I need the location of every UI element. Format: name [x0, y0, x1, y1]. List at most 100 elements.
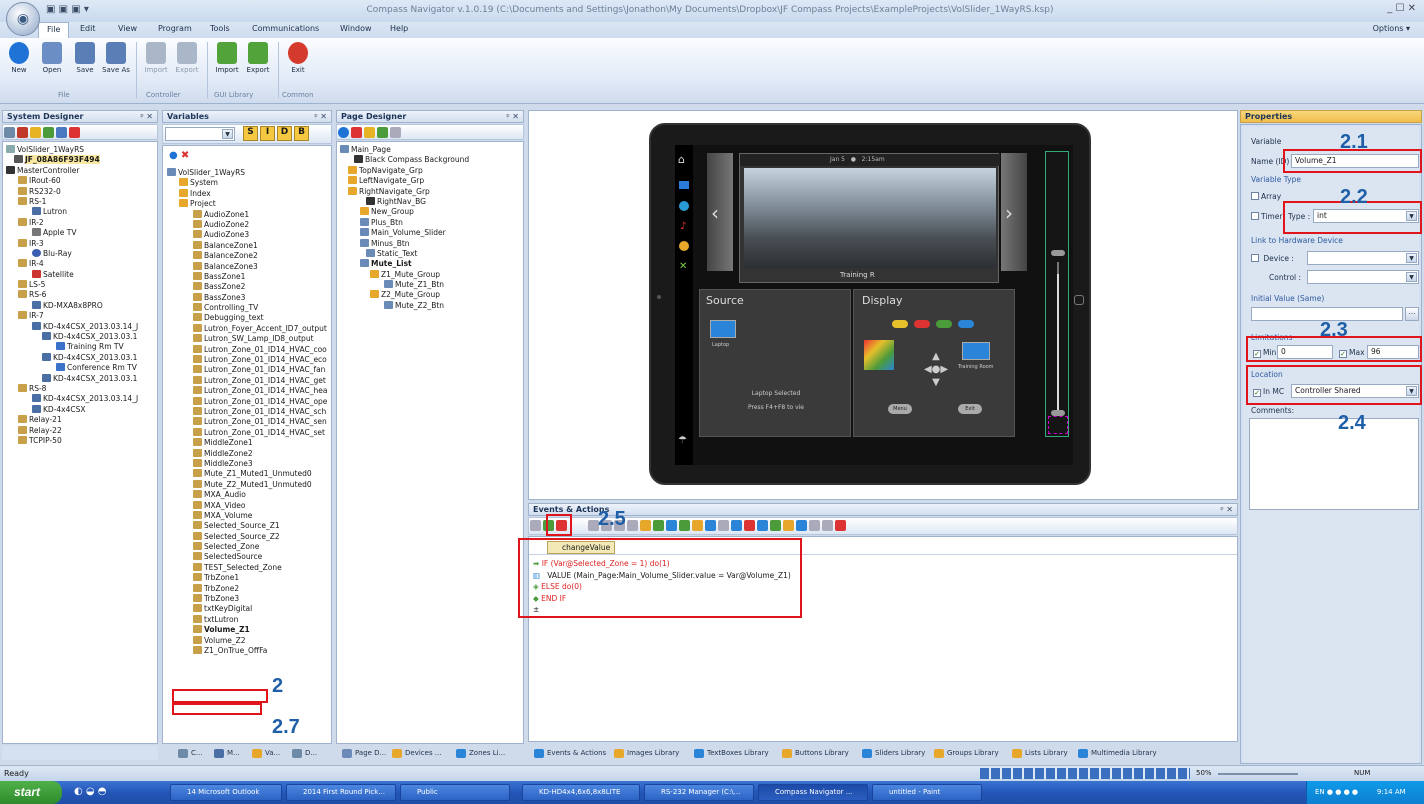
- tree-item[interactable]: KD-4x4CSX_2013.03.1: [6, 352, 138, 363]
- tree-item[interactable]: Relay-22: [6, 425, 138, 436]
- menu-window[interactable]: Window: [340, 24, 372, 33]
- variable-filter-dropdown[interactable]: ▼: [165, 127, 235, 141]
- variable-item[interactable]: Lutron_Zone_01_ID14_HVAC_ope: [167, 396, 327, 407]
- dpad[interactable]: ▲ ◀●▶ ▼: [916, 350, 956, 390]
- menu-tools[interactable]: Tools: [210, 24, 230, 33]
- variable-item[interactable]: Lutron_Zone_01_ID14_HVAC_sch: [167, 406, 327, 417]
- window-controls[interactable]: _ ☐ ✕: [1387, 3, 1416, 14]
- tree-item[interactable]: RS232-0: [6, 186, 138, 197]
- variable-item[interactable]: Lutron_Zone_01_ID14_HVAC_get: [167, 375, 327, 386]
- tool-icon[interactable]: [17, 127, 28, 138]
- tool-icon[interactable]: [679, 520, 690, 531]
- task-paint[interactable]: untitled - Paint: [872, 784, 982, 801]
- pin-close-icon[interactable]: ᵖ ✕: [140, 112, 153, 121]
- tab-buttons-library[interactable]: Buttons Library: [782, 746, 849, 760]
- tree-item[interactable]: KD-4x4CSX: [6, 404, 138, 415]
- variable-item[interactable]: Selected_Zone: [167, 542, 327, 552]
- array-checkbox[interactable]: Array: [1251, 192, 1281, 201]
- variable-item[interactable]: MiddleZone3: [167, 458, 327, 469]
- tree-item[interactable]: IR-2: [6, 217, 138, 228]
- audio-icon[interactable]: [679, 201, 689, 211]
- comments-textarea[interactable]: [1249, 418, 1419, 510]
- tree-item[interactable]: Z2_Mute_Group: [340, 290, 469, 300]
- tree-item[interactable]: Black Compass Background: [340, 155, 469, 165]
- tray-icons[interactable]: ● ● ● ●: [1327, 788, 1377, 796]
- tree-item[interactable]: LeftNavigate_Grp: [340, 176, 469, 186]
- home-icon[interactable]: ⌂: [678, 153, 685, 166]
- variable-item[interactable]: MXA_Audio: [167, 490, 327, 500]
- tool-icon[interactable]: [757, 520, 768, 531]
- tree-item[interactable]: Training Rm TV: [6, 342, 138, 352]
- tool-icon[interactable]: [692, 520, 703, 531]
- gui-export-button[interactable]: Export: [243, 42, 273, 74]
- filter-double-button[interactable]: D: [277, 126, 292, 141]
- options-menu[interactable]: Options ▾: [1373, 24, 1410, 33]
- tree-item[interactable]: Apple TV: [6, 228, 138, 238]
- tree-item[interactable]: IR-4: [6, 259, 138, 269]
- tree-item[interactable]: RightNav_BG: [340, 196, 469, 207]
- variable-item[interactable]: Project: [167, 199, 327, 209]
- tab-lists-library[interactable]: Lists Library: [1012, 746, 1068, 760]
- tab-page-designer[interactable]: Page D...: [342, 746, 386, 760]
- tool-icon[interactable]: [640, 520, 651, 531]
- variable-item[interactable]: SelectedSource: [167, 552, 327, 562]
- device-checkbox[interactable]: Device :: [1251, 254, 1294, 263]
- menu-communications[interactable]: Communications: [252, 24, 319, 33]
- tab-zones[interactable]: Zones Li...: [456, 746, 505, 760]
- mute-button[interactable]: [1048, 416, 1068, 434]
- main-volume-slider[interactable]: [1045, 151, 1069, 437]
- variable-item[interactable]: TrbZone2: [167, 583, 327, 594]
- variable-item[interactable]: VolSlider_1WayRS: [167, 168, 327, 178]
- tree-item[interactable]: Z1_Mute_Group: [340, 269, 469, 280]
- left-hscroll[interactable]: [2, 746, 158, 760]
- tree-item[interactable]: Blu-Ray: [6, 248, 138, 259]
- tree-item[interactable]: Static_Text: [340, 248, 469, 259]
- tab-devices-lib[interactable]: Devices ...: [392, 746, 442, 760]
- tree-item[interactable]: KD-4x4CSX_2013.03.1: [6, 373, 138, 384]
- tab-groups-library[interactable]: Groups Library: [934, 746, 999, 760]
- prev-arrow-icon[interactable]: ‹: [711, 201, 719, 225]
- yellow-button[interactable]: [892, 320, 908, 328]
- delete-icon[interactable]: [835, 520, 846, 531]
- timer-checkbox[interactable]: Timer: [1251, 212, 1282, 221]
- variable-item[interactable]: TrbZone1: [167, 573, 327, 583]
- variable-item[interactable]: AudioZone2: [167, 219, 327, 230]
- tools-icon[interactable]: ✕: [679, 261, 687, 272]
- tool-icon[interactable]: [731, 520, 742, 531]
- tree-item[interactable]: KD-4x4CSX_2013.03.1: [6, 332, 138, 342]
- tool-icon[interactable]: [822, 520, 833, 531]
- tool-icon[interactable]: [809, 520, 820, 531]
- tool-icon[interactable]: [43, 127, 54, 138]
- filter-bool-button[interactable]: B: [294, 126, 309, 141]
- start-button[interactable]: start: [0, 781, 62, 804]
- tree-item[interactable]: Mute_Z2_Btn: [340, 300, 469, 311]
- variable-item[interactable]: Z1_OnTrue_OffFa: [167, 645, 327, 656]
- add-icon[interactable]: [338, 127, 349, 138]
- variable-item[interactable]: txtKeyDigital: [167, 604, 327, 614]
- tool-icon[interactable]: [770, 520, 781, 531]
- variable-item[interactable]: Lutron_Zone_01_ID14_HVAC_set: [167, 427, 327, 438]
- tab-controllers[interactable]: C...: [178, 746, 203, 760]
- menu-help[interactable]: Help: [390, 24, 408, 33]
- variable-item[interactable]: Volume_Z2: [167, 635, 327, 646]
- variable-item[interactable]: Mute_Z2_Muted1_Unmuted0: [167, 479, 327, 490]
- task-outlook[interactable]: 14 Microsoft Outlook: [170, 784, 282, 801]
- tool-icon[interactable]: [30, 127, 41, 138]
- menu-edit[interactable]: Edit: [80, 24, 96, 33]
- gui-import-button[interactable]: Import: [212, 42, 242, 74]
- task-public[interactable]: Public: [400, 784, 510, 801]
- variable-item[interactable]: BassZone2: [167, 282, 327, 292]
- tree-item[interactable]: Conference Rm TV: [6, 363, 138, 373]
- variable-item[interactable]: Controlling_TV: [167, 303, 327, 313]
- tree-item[interactable]: IR-3: [6, 238, 138, 249]
- tool-icon[interactable]: [744, 520, 755, 531]
- tree-item[interactable]: IR-7: [6, 311, 138, 321]
- task-kd-hd4x4[interactable]: KD-HD4x4,6x6,8x8LITE: [522, 784, 640, 801]
- variable-item[interactable]: Mute_Z1_Muted1_Unmuted0: [167, 469, 327, 479]
- zoom-slider[interactable]: [1218, 773, 1298, 775]
- tree-item[interactable]: KD-4x4CSX_2013.03.14_J: [6, 394, 138, 404]
- tool-icon[interactable]: [666, 520, 677, 531]
- variable-item[interactable]: Lutron_Zone_01_ID14_HVAC_eco: [167, 355, 327, 365]
- tree-item[interactable]: Relay-21: [6, 415, 138, 425]
- tree-item[interactable]: KD-MXA8x8PRO: [6, 300, 138, 311]
